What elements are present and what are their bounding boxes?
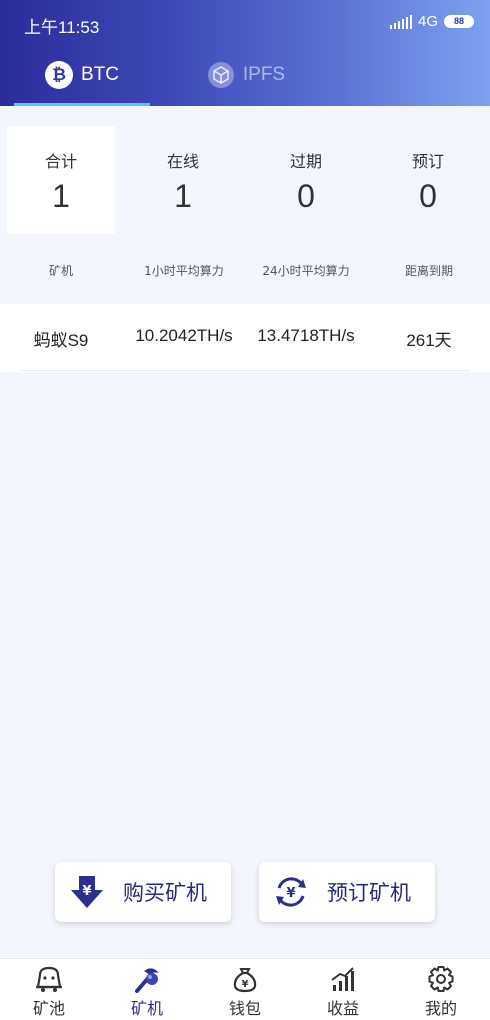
stat-reserved-value: 0: [419, 178, 437, 214]
stat-expired-label: 过期: [289, 152, 322, 171]
bottom-nav: 矿池 矿机 ¥ 钱包 收益 我的: [0, 958, 490, 1020]
stat-online-label: 在线: [166, 152, 199, 171]
signal-icon: [389, 14, 412, 29]
svg-text:¥: ¥: [242, 979, 249, 990]
stat-expired-value: 0: [297, 178, 315, 214]
column-header-days-left: 距离到期: [404, 264, 453, 278]
nav-label-miner: 矿机: [130, 999, 163, 1018]
svg-text:¥: ¥: [286, 886, 295, 901]
status-indicators: 4G 88: [389, 13, 474, 30]
tab-btc[interactable]: ₿ BTC: [14, 44, 150, 106]
buy-miner-label: 购买矿机: [123, 881, 207, 905]
stat-total[interactable]: 合计 1: [7, 126, 115, 234]
battery-icon: 88: [444, 15, 474, 28]
column-header-miner: 矿机: [48, 264, 73, 278]
nav-label-wallet: 钱包: [228, 999, 261, 1018]
btc-coin-icon: ₿: [45, 61, 73, 89]
miner-model: 蚂蚁S9: [33, 331, 89, 350]
header: 上午11:53 4G 88 ₿ BTC IPFS: [0, 0, 490, 106]
stat-expired[interactable]: 过期 0: [252, 126, 360, 234]
tab-ipfs[interactable]: IPFS: [178, 44, 314, 106]
exchange-yen-icon: ¥: [276, 877, 306, 907]
network-type: 4G: [417, 13, 438, 30]
days-remaining: 261天: [406, 331, 452, 350]
stat-total-value: 1: [52, 178, 70, 214]
money-bag-icon: ¥: [233, 968, 257, 993]
table-row[interactable]: 蚂蚁S9 10.2042TH/s 13.4718TH/s 261天: [0, 304, 490, 372]
nav-item-mine[interactable]: 我的: [392, 963, 490, 1019]
column-header-1h-hashrate: 1小时平均算力: [144, 264, 224, 278]
stat-reserved-label: 预订: [411, 152, 444, 171]
reserve-miner-button[interactable]: ¥ 预订矿机: [259, 862, 435, 922]
pool-cart-icon: [36, 966, 62, 992]
nav-label-earnings: 收益: [326, 999, 359, 1018]
bar-chart-icon: [331, 967, 354, 991]
tab-ipfs-label: IPFS: [242, 64, 286, 85]
status-bar: 上午11:53 4G 88: [0, 0, 490, 44]
row-divider: [20, 370, 470, 371]
pickaxe-icon: [135, 968, 159, 993]
stat-online-value: 1: [174, 178, 192, 214]
svg-text:¥: ¥: [82, 884, 91, 899]
reserve-miner-label: 预订矿机: [327, 881, 411, 905]
download-yen-icon: ¥: [71, 876, 103, 908]
miner-stats: 合计 1 在线 1 过期 0 预订 0: [0, 126, 490, 234]
active-tab-indicator: [14, 103, 150, 106]
buy-miner-button[interactable]: ¥ 购买矿机: [55, 862, 231, 922]
status-time: 上午11:53: [24, 18, 100, 37]
coin-tabs: ₿ BTC IPFS: [0, 44, 490, 106]
hashrate-1h: 10.2042TH/s: [135, 326, 233, 345]
column-header-24h-hashrate: 24小时平均算力: [262, 264, 350, 278]
stat-online[interactable]: 在线 1: [129, 126, 237, 234]
stat-total-label: 合计: [44, 152, 77, 171]
tab-btc-label: BTC: [81, 64, 119, 85]
stat-reserved[interactable]: 预订 0: [374, 126, 482, 234]
nav-label-mine: 我的: [424, 999, 457, 1018]
gear-icon: [428, 966, 454, 992]
nav-item-pool[interactable]: 矿池: [0, 963, 98, 1019]
table-header: 矿机 1小时平均算力 24小时平均算力 距离到期: [0, 254, 490, 284]
ipfs-cube-icon: [207, 62, 234, 88]
nav-item-earnings[interactable]: 收益: [294, 963, 392, 1019]
hashrate-24h: 13.4718TH/s: [257, 326, 355, 345]
nav-label-pool: 矿池: [32, 999, 65, 1018]
nav-item-wallet[interactable]: ¥ 钱包: [196, 963, 294, 1019]
nav-item-miner[interactable]: 矿机: [98, 963, 196, 1019]
